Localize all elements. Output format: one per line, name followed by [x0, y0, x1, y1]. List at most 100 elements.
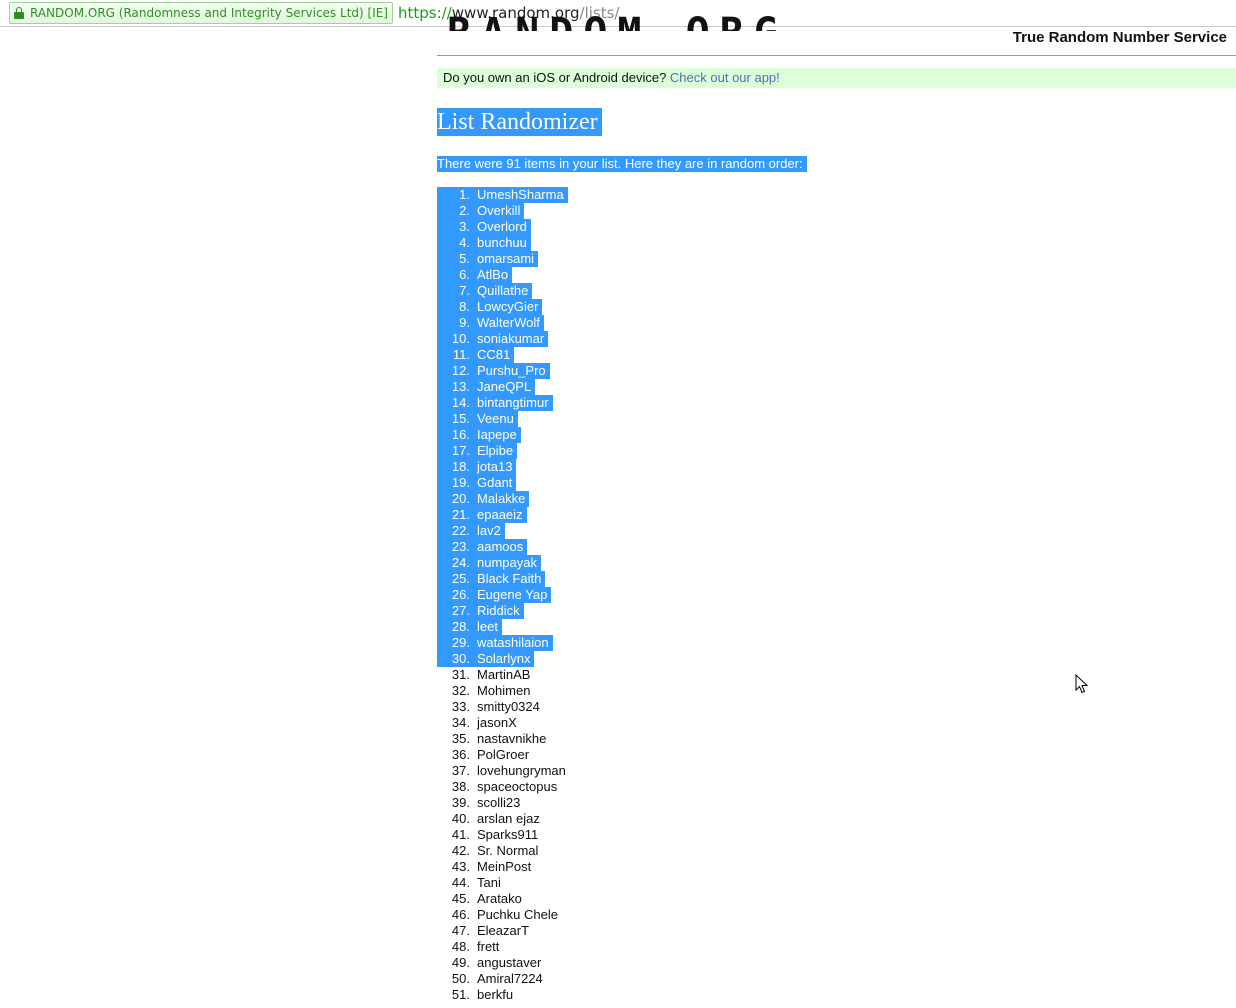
list-item-name: arslan ejaz [477, 811, 540, 826]
list-item-name: spaceoctopus [477, 779, 558, 794]
list-item-name: berkfu [477, 987, 514, 1002]
list-item-name: lovehungryman [477, 763, 566, 778]
promo-text: Do you own an iOS or Android device? [443, 70, 670, 85]
list-item: 29. watashilaion [437, 635, 570, 651]
list-item-number: 29. [448, 635, 477, 651]
list-item-number: 8. [456, 299, 477, 315]
list-item: 19. Gdant [437, 475, 570, 491]
list-item-number: 2. [456, 203, 477, 219]
list-item-number: 37. [451, 763, 470, 778]
list-item-name: Riddick [477, 603, 524, 619]
list-item-name: Iapepe [477, 427, 521, 443]
list-item-number: 36. [451, 747, 470, 762]
list-item-name: WalterWolf [477, 315, 544, 331]
list-item: 24. numpayak [437, 555, 570, 571]
list-item-name: jasonX [477, 715, 517, 730]
url-scheme: https:// [398, 4, 452, 22]
list-item-name: Elpibe [477, 443, 518, 459]
list-item-name: watashilaion [477, 635, 553, 651]
list-item-number: 33. [451, 699, 470, 714]
list-item-number: 1. [456, 187, 477, 203]
list-item-name: Veenu [477, 411, 518, 427]
list-item-name: MartinAB [477, 667, 531, 682]
certificate-label: RANDOM.ORG (Randomness and Integrity Ser… [30, 6, 388, 20]
list-item: 16. Iapepe [437, 427, 570, 443]
list-item-name: PolGroer [477, 747, 530, 762]
list-item: 11. CC81 [437, 347, 570, 363]
list-item-name: MeinPost [477, 859, 532, 874]
list-item-name: Black Faith [477, 571, 546, 587]
lock-icon [14, 7, 24, 19]
list-item: 49. angustaver [437, 955, 570, 971]
list-item-number: 20. [448, 491, 477, 507]
list-item-number: 26. [448, 587, 477, 603]
list-item: 23. aamoos [437, 539, 570, 555]
list-item-name: bunchuu [477, 235, 531, 251]
list-item-number: 39. [451, 795, 470, 810]
list-item-name: Sr. Normal [477, 843, 539, 858]
list-item-number: 27. [448, 603, 477, 619]
list-item-number: 31. [451, 667, 470, 682]
list-item-number: 4. [456, 235, 477, 251]
list-item-number: 35. [451, 731, 470, 746]
list-item-number: 10. [448, 331, 477, 347]
list-item-number: 51. [451, 987, 470, 1002]
list-item-name: Overkill [477, 203, 525, 219]
list-item-name: soniakumar [477, 331, 549, 347]
app-promo-link[interactable]: Check out our app! [670, 70, 780, 85]
list-item-name: AtlBo [477, 267, 513, 283]
list-item-number: 24. [448, 555, 477, 571]
list-item-number: 23. [448, 539, 477, 555]
ev-certificate-badge[interactable]: RANDOM.ORG (Randomness and Integrity Ser… [9, 2, 393, 24]
list-item-name: smitty0324 [477, 699, 540, 714]
list-item: 31. MartinAB [437, 667, 570, 683]
list-item: 26. Eugene Yap [437, 587, 570, 603]
list-item-name: Sparks911 [477, 827, 539, 842]
site-tagline: True Random Number Service [1012, 29, 1227, 46]
list-item: 34. jasonX [437, 715, 570, 731]
list-item: 47. EleazarT [437, 923, 570, 939]
list-item-number: 34. [451, 715, 470, 730]
list-item: 12. Purshu_Pro [437, 363, 570, 379]
list-item: 10. soniakumar [437, 331, 570, 347]
list-item-number: 21. [448, 507, 477, 523]
list-item-name: angustaver [477, 955, 542, 970]
list-item-number: 48. [451, 939, 470, 954]
list-item: 39. scolli23 [437, 795, 570, 811]
list-item: 25. Black Faith [437, 571, 570, 587]
list-item: 41. Sparks911 [437, 827, 570, 843]
list-item-number: 9. [456, 315, 477, 331]
list-item: 43. MeinPost [437, 859, 570, 875]
list-item: 51. berkfu [437, 987, 570, 1003]
list-item-number: 47. [451, 923, 470, 938]
list-item: 38. spaceoctopus [437, 779, 570, 795]
list-item-number: 30. [448, 651, 477, 667]
list-item: 44. Tani [437, 875, 570, 891]
list-item-number: 44. [451, 875, 470, 890]
list-item-name: LowcyGier [477, 299, 543, 315]
list-item: 22. lav2 [437, 523, 570, 539]
list-item-name: Amiral7224 [477, 971, 543, 986]
list-item: 1. UmeshSharma [437, 187, 570, 203]
list-item-name: CC81 [477, 347, 515, 363]
list-item: 45. Aratako [437, 891, 570, 907]
list-item-number: 50. [451, 971, 470, 986]
list-item-number: 38. [451, 779, 470, 794]
list-item-name: numpayak [477, 555, 541, 571]
list-item-name: aamoos [477, 539, 528, 555]
list-item-name: scolli23 [477, 795, 521, 810]
list-item-name: Puchku Chele [477, 907, 558, 922]
list-item: 42. Sr. Normal [437, 843, 570, 859]
list-item-name: EleazarT [477, 923, 530, 938]
list-item: 48. frett [437, 939, 570, 955]
list-item: 6. AtlBo [437, 267, 570, 283]
list-summary: There were 91 items in your list. Here t… [437, 156, 807, 172]
site-logo[interactable]: RANDOM.ORG [447, 13, 788, 31]
list-item-name: Tani [477, 875, 501, 890]
list-item: 14. bintangtimur [437, 395, 570, 411]
list-item-number: 40. [451, 811, 470, 826]
list-item-name: leet [477, 619, 502, 635]
list-item: 5. omarsami [437, 251, 570, 267]
list-item-name: Solarlynx [477, 651, 535, 667]
list-item-number: 45. [451, 891, 470, 906]
